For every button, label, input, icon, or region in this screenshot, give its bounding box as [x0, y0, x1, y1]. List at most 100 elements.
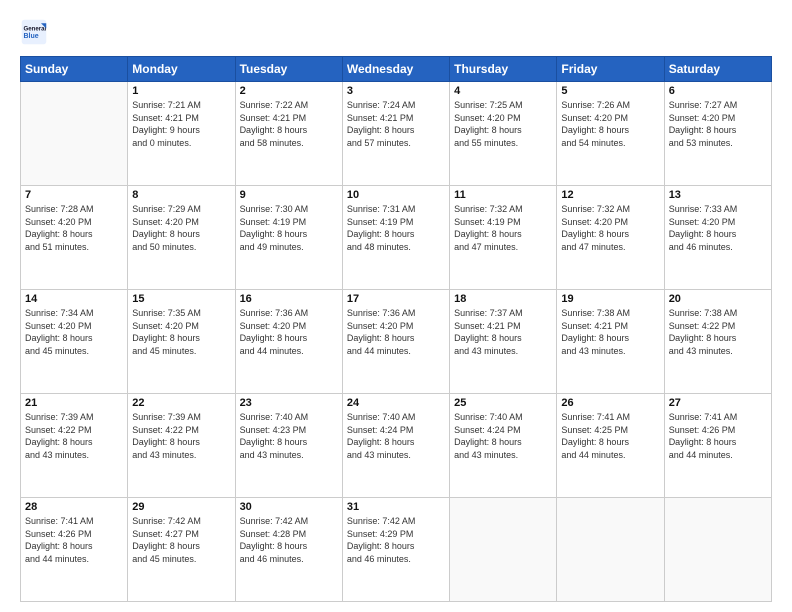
day-info: Sunrise: 7:22 AM Sunset: 4:21 PM Dayligh…	[240, 99, 338, 149]
day-info: Sunrise: 7:39 AM Sunset: 4:22 PM Dayligh…	[25, 411, 123, 461]
day-info: Sunrise: 7:38 AM Sunset: 4:22 PM Dayligh…	[669, 307, 767, 357]
col-header-thursday: Thursday	[450, 57, 557, 82]
day-info: Sunrise: 7:41 AM Sunset: 4:26 PM Dayligh…	[669, 411, 767, 461]
col-header-monday: Monday	[128, 57, 235, 82]
calendar-cell: 4 Sunrise: 7:25 AM Sunset: 4:20 PM Daylig…	[450, 82, 557, 186]
day-number: 4	[454, 85, 552, 97]
day-number: 18	[454, 293, 552, 305]
calendar-cell: 9Sunrise: 7:30 AM Sunset: 4:19 PM Daylig…	[235, 186, 342, 290]
calendar-week-3: 14 Sunrise: 7:34 AM Sunset: 4:20 PM Dayli…	[21, 290, 772, 394]
page: General Blue SundayMondayTuesdayWednesda…	[0, 0, 792, 612]
calendar-cell: 3 Sunrise: 7:24 AM Sunset: 4:21 PM Daylig…	[342, 82, 449, 186]
day-number: 7	[25, 189, 123, 201]
day-number: 27	[669, 397, 767, 409]
day-number: 3	[347, 85, 445, 97]
day-number: 11	[454, 189, 552, 201]
day-number: 19	[561, 293, 659, 305]
calendar-cell: 17 Sunrise: 7:36 AM Sunset: 4:20 PM Dayli…	[342, 290, 449, 394]
day-info: Sunrise: 7:31 AM Sunset: 4:19 PM Dayligh…	[347, 203, 445, 253]
svg-text:Blue: Blue	[24, 33, 39, 40]
day-number: 10	[347, 189, 445, 201]
col-header-sunday: Sunday	[21, 57, 128, 82]
calendar-cell: 31 Sunrise: 7:42 AM Sunset: 4:29 PM Dayli…	[342, 498, 449, 602]
calendar-week-5: 28Sunrise: 7:41 AM Sunset: 4:26 PM Dayli…	[21, 498, 772, 602]
day-info: Sunrise: 7:29 AM Sunset: 4:20 PM Dayligh…	[132, 203, 230, 253]
day-number: 14	[25, 293, 123, 305]
day-number: 28	[25, 501, 123, 513]
day-info: Sunrise: 7:42 AM Sunset: 4:27 PM Dayligh…	[132, 515, 230, 565]
calendar-cell: 16 Sunrise: 7:36 AM Sunset: 4:20 PM Dayli…	[235, 290, 342, 394]
col-header-tuesday: Tuesday	[235, 57, 342, 82]
calendar-cell: 20 Sunrise: 7:38 AM Sunset: 4:22 PM Dayli…	[664, 290, 771, 394]
day-info: Sunrise: 7:38 AM Sunset: 4:21 PM Dayligh…	[561, 307, 659, 357]
day-number: 1	[132, 85, 230, 97]
day-info: Sunrise: 7:34 AM Sunset: 4:20 PM Dayligh…	[25, 307, 123, 357]
calendar-cell: 18 Sunrise: 7:37 AM Sunset: 4:21 PM Dayli…	[450, 290, 557, 394]
day-number: 24	[347, 397, 445, 409]
calendar-cell: 21 Sunrise: 7:39 AM Sunset: 4:22 PM Dayli…	[21, 394, 128, 498]
day-number: 31	[347, 501, 445, 513]
day-number: 16	[240, 293, 338, 305]
day-info: Sunrise: 7:42 AM Sunset: 4:29 PM Dayligh…	[347, 515, 445, 565]
day-info: Sunrise: 7:36 AM Sunset: 4:20 PM Dayligh…	[240, 307, 338, 357]
header: General Blue	[20, 18, 772, 46]
day-info: Sunrise: 7:39 AM Sunset: 4:22 PM Dayligh…	[132, 411, 230, 461]
day-number: 8	[132, 189, 230, 201]
day-info: Sunrise: 7:27 AM Sunset: 4:20 PM Dayligh…	[669, 99, 767, 149]
calendar-week-2: 7Sunrise: 7:28 AM Sunset: 4:20 PM Daylig…	[21, 186, 772, 290]
logo-icon: General Blue	[20, 18, 48, 46]
calendar-week-1: 1 Sunrise: 7:21 AM Sunset: 4:21 PM Daylig…	[21, 82, 772, 186]
calendar-cell: 22 Sunrise: 7:39 AM Sunset: 4:22 PM Dayli…	[128, 394, 235, 498]
day-info: Sunrise: 7:40 AM Sunset: 4:24 PM Dayligh…	[347, 411, 445, 461]
day-info: Sunrise: 7:33 AM Sunset: 4:20 PM Dayligh…	[669, 203, 767, 253]
calendar-cell: 25 Sunrise: 7:40 AM Sunset: 4:24 PM Dayli…	[450, 394, 557, 498]
svg-text:General: General	[24, 25, 47, 32]
day-number: 15	[132, 293, 230, 305]
day-number: 22	[132, 397, 230, 409]
day-info: Sunrise: 7:36 AM Sunset: 4:20 PM Dayligh…	[347, 307, 445, 357]
calendar-cell: 13 Sunrise: 7:33 AM Sunset: 4:20 PM Dayli…	[664, 186, 771, 290]
calendar-cell: 14 Sunrise: 7:34 AM Sunset: 4:20 PM Dayli…	[21, 290, 128, 394]
day-info: Sunrise: 7:32 AM Sunset: 4:19 PM Dayligh…	[454, 203, 552, 253]
calendar-cell: 12 Sunrise: 7:32 AM Sunset: 4:20 PM Dayli…	[557, 186, 664, 290]
day-number: 12	[561, 189, 659, 201]
calendar-cell	[450, 498, 557, 602]
calendar-cell	[21, 82, 128, 186]
day-number: 30	[240, 501, 338, 513]
calendar-cell: 1 Sunrise: 7:21 AM Sunset: 4:21 PM Daylig…	[128, 82, 235, 186]
calendar-cell: 2Sunrise: 7:22 AM Sunset: 4:21 PM Daylig…	[235, 82, 342, 186]
day-number: 6	[669, 85, 767, 97]
day-info: Sunrise: 7:24 AM Sunset: 4:21 PM Dayligh…	[347, 99, 445, 149]
calendar-cell: 30 Sunrise: 7:42 AM Sunset: 4:28 PM Dayli…	[235, 498, 342, 602]
col-header-friday: Friday	[557, 57, 664, 82]
day-info: Sunrise: 7:37 AM Sunset: 4:21 PM Dayligh…	[454, 307, 552, 357]
calendar-cell: 27 Sunrise: 7:41 AM Sunset: 4:26 PM Dayli…	[664, 394, 771, 498]
day-info: Sunrise: 7:26 AM Sunset: 4:20 PM Dayligh…	[561, 99, 659, 149]
day-number: 5	[561, 85, 659, 97]
day-number: 13	[669, 189, 767, 201]
day-number: 25	[454, 397, 552, 409]
calendar-week-4: 21 Sunrise: 7:39 AM Sunset: 4:22 PM Dayli…	[21, 394, 772, 498]
day-number: 29	[132, 501, 230, 513]
day-info: Sunrise: 7:32 AM Sunset: 4:20 PM Dayligh…	[561, 203, 659, 253]
calendar-cell: 26Sunrise: 7:41 AM Sunset: 4:25 PM Dayli…	[557, 394, 664, 498]
calendar-cell: 5 Sunrise: 7:26 AM Sunset: 4:20 PM Daylig…	[557, 82, 664, 186]
calendar-cell: 10 Sunrise: 7:31 AM Sunset: 4:19 PM Dayli…	[342, 186, 449, 290]
calendar-table: SundayMondayTuesdayWednesdayThursdayFrid…	[20, 56, 772, 602]
col-header-saturday: Saturday	[664, 57, 771, 82]
day-info: Sunrise: 7:40 AM Sunset: 4:24 PM Dayligh…	[454, 411, 552, 461]
day-info: Sunrise: 7:42 AM Sunset: 4:28 PM Dayligh…	[240, 515, 338, 565]
calendar-cell: 29 Sunrise: 7:42 AM Sunset: 4:27 PM Dayli…	[128, 498, 235, 602]
calendar-cell	[557, 498, 664, 602]
day-info: Sunrise: 7:40 AM Sunset: 4:23 PM Dayligh…	[240, 411, 338, 461]
day-info: Sunrise: 7:21 AM Sunset: 4:21 PM Dayligh…	[132, 99, 230, 149]
calendar-cell: 15Sunrise: 7:35 AM Sunset: 4:20 PM Dayli…	[128, 290, 235, 394]
day-info: Sunrise: 7:25 AM Sunset: 4:20 PM Dayligh…	[454, 99, 552, 149]
calendar-cell: 19 Sunrise: 7:38 AM Sunset: 4:21 PM Dayli…	[557, 290, 664, 394]
day-number: 20	[669, 293, 767, 305]
day-number: 17	[347, 293, 445, 305]
day-number: 9	[240, 189, 338, 201]
logo: General Blue	[20, 18, 52, 46]
day-number: 21	[25, 397, 123, 409]
calendar-cell: 7Sunrise: 7:28 AM Sunset: 4:20 PM Daylig…	[21, 186, 128, 290]
